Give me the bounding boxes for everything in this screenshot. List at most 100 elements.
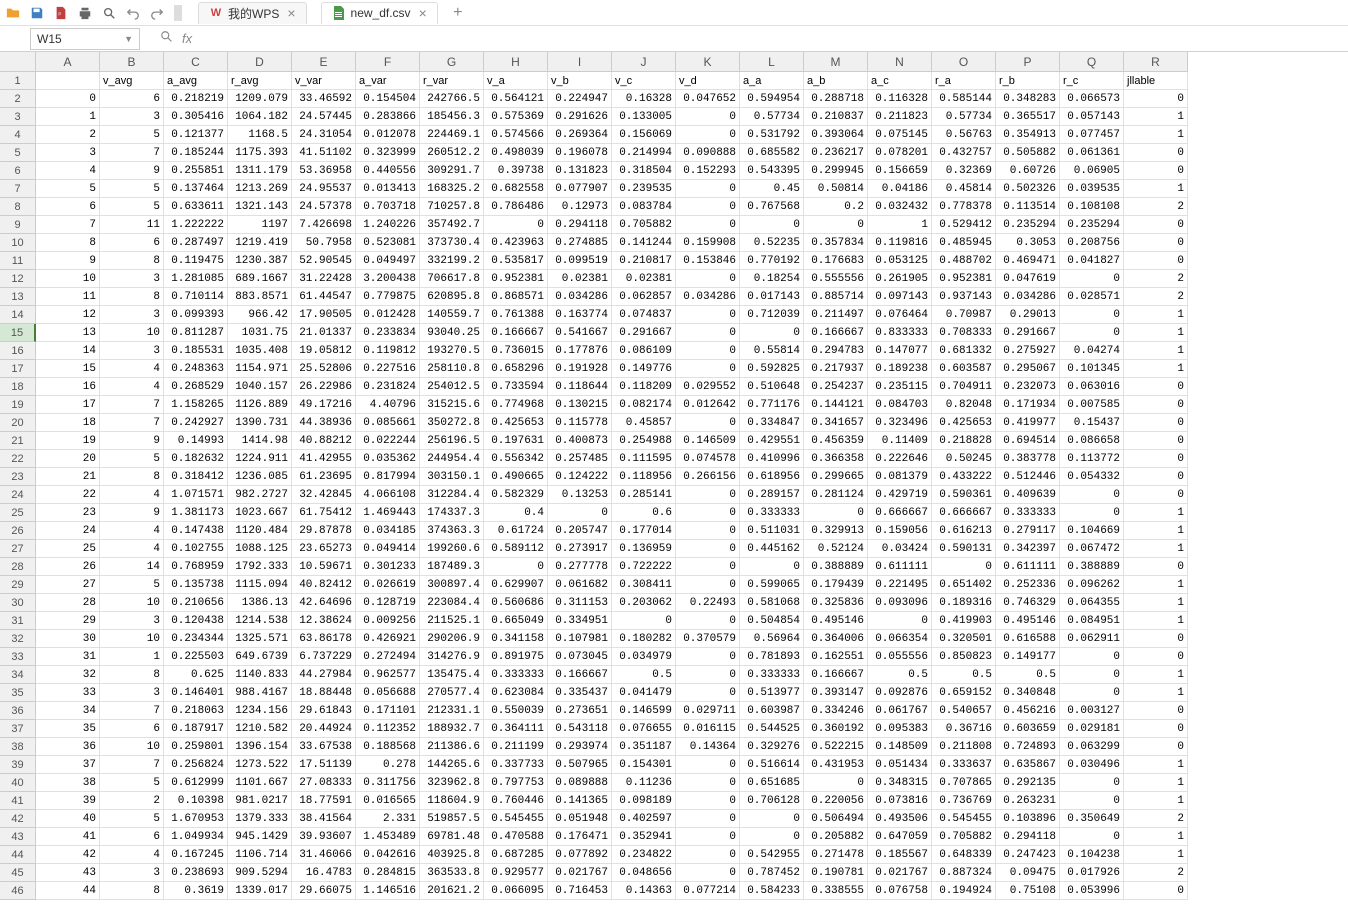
cell[interactable]: r_c — [1060, 72, 1124, 90]
cell[interactable]: 0.119816 — [868, 234, 932, 252]
cell[interactable]: 0.293974 — [548, 738, 612, 756]
cell[interactable]: 4 — [100, 522, 164, 540]
cell[interactable]: 256196.5 — [420, 432, 484, 450]
column-header[interactable]: C — [164, 52, 228, 72]
cell[interactable]: 0.703718 — [356, 198, 420, 216]
cell[interactable]: 0 — [1060, 486, 1124, 504]
cell[interactable]: 0.295067 — [996, 360, 1060, 378]
cell[interactable]: 0.259801 — [164, 738, 228, 756]
cell[interactable]: 0.067472 — [1060, 540, 1124, 558]
row-header[interactable]: 7 — [0, 180, 36, 198]
cell[interactable]: 0.348315 — [868, 774, 932, 792]
cell[interactable]: 1210.582 — [228, 720, 292, 738]
cell[interactable]: 6 — [100, 720, 164, 738]
cell[interactable]: 0.493506 — [868, 810, 932, 828]
cell[interactable]: 0.423963 — [484, 234, 548, 252]
cell[interactable]: 0.047652 — [676, 90, 740, 108]
cell[interactable]: 0.57734 — [932, 108, 996, 126]
cell[interactable]: 0.238693 — [164, 864, 228, 882]
cell[interactable]: 0 — [1060, 324, 1124, 342]
row-header[interactable]: 6 — [0, 162, 36, 180]
fx-label[interactable]: fx — [182, 31, 192, 46]
cell[interactable]: 1168.5 — [228, 126, 292, 144]
cell[interactable]: 0.3619 — [164, 882, 228, 900]
cell[interactable]: 0.402597 — [612, 810, 676, 828]
cell[interactable]: 0.104238 — [1060, 846, 1124, 864]
cell[interactable]: 19.05812 — [292, 342, 356, 360]
cell[interactable]: 0.291667 — [996, 324, 1060, 342]
cell[interactable]: 374363.3 — [420, 522, 484, 540]
cell[interactable]: 0 — [1124, 432, 1188, 450]
cell[interactable]: 0 — [676, 666, 740, 684]
cell[interactable]: 0.504854 — [740, 612, 804, 630]
cell[interactable]: 0.261905 — [868, 270, 932, 288]
cell[interactable]: 1339.017 — [228, 882, 292, 900]
cell[interactable]: 0.107981 — [548, 630, 612, 648]
cell[interactable]: 33.67538 — [292, 738, 356, 756]
cell[interactable]: 1273.522 — [228, 756, 292, 774]
cell[interactable]: 0.70987 — [932, 306, 996, 324]
cell[interactable]: 28 — [36, 594, 100, 612]
cell[interactable]: 3 — [100, 342, 164, 360]
cell[interactable]: 0.062911 — [1060, 630, 1124, 648]
cell[interactable]: 24.57445 — [292, 108, 356, 126]
row-header[interactable]: 44 — [0, 846, 36, 864]
cell[interactable]: 1213.269 — [228, 180, 292, 198]
cell[interactable]: 211525.1 — [420, 612, 484, 630]
cell[interactable]: 0.162551 — [804, 648, 868, 666]
cell[interactable]: 0.651685 — [740, 774, 804, 792]
cell[interactable]: 0.333333 — [740, 504, 804, 522]
cell[interactable]: 0.364111 — [484, 720, 548, 738]
cell[interactable]: 0 — [676, 756, 740, 774]
cell[interactable]: 0.575369 — [484, 108, 548, 126]
cell[interactable]: 0.211497 — [804, 306, 868, 324]
cell[interactable]: 0 — [676, 828, 740, 846]
cell[interactable]: 0.682558 — [484, 180, 548, 198]
cell[interactable]: 0.60726 — [996, 162, 1060, 180]
column-header[interactable]: I — [548, 52, 612, 72]
cell[interactable]: 0.311756 — [356, 774, 420, 792]
cell[interactable]: 1 — [1124, 846, 1188, 864]
cell[interactable]: a_a — [740, 72, 804, 90]
cell[interactable]: 0.167245 — [164, 846, 228, 864]
cell[interactable]: 0.704911 — [932, 378, 996, 396]
cell[interactable]: 0 — [612, 612, 676, 630]
cell[interactable]: 1414.98 — [228, 432, 292, 450]
cell[interactable]: 1 — [1124, 540, 1188, 558]
cell[interactable]: 2 — [1124, 270, 1188, 288]
cell[interactable]: 31.22428 — [292, 270, 356, 288]
cell[interactable]: 0.410996 — [740, 450, 804, 468]
cell[interactable]: 0 — [676, 576, 740, 594]
cell[interactable]: 0.185531 — [164, 342, 228, 360]
cell[interactable]: v_a — [484, 72, 548, 90]
cell[interactable]: 0.153846 — [676, 252, 740, 270]
cell[interactable]: 0.017143 — [740, 288, 804, 306]
cell[interactable]: 0.187917 — [164, 720, 228, 738]
cell[interactable]: 0.137464 — [164, 180, 228, 198]
cell[interactable]: a_b — [804, 72, 868, 90]
cell[interactable]: 0.051434 — [868, 756, 932, 774]
cell[interactable]: 0.103896 — [996, 810, 1060, 828]
redo-icon[interactable] — [148, 4, 166, 22]
cell[interactable]: 5 — [100, 576, 164, 594]
cell[interactable]: 0 — [1060, 504, 1124, 522]
cell[interactable]: 1.158265 — [164, 396, 228, 414]
cell[interactable]: 3 — [36, 144, 100, 162]
cell[interactable]: 0.545455 — [932, 810, 996, 828]
cell[interactable]: 6.737229 — [292, 648, 356, 666]
cell[interactable]: 35 — [36, 720, 100, 738]
cell[interactable]: 0.370579 — [676, 630, 740, 648]
cell[interactable]: 242766.5 — [420, 90, 484, 108]
cell[interactable]: 0.388889 — [1060, 558, 1124, 576]
cell[interactable]: 1.146516 — [356, 882, 420, 900]
cell[interactable]: 0.366358 — [804, 450, 868, 468]
cell[interactable]: 0.817994 — [356, 468, 420, 486]
cell[interactable]: 5 — [100, 810, 164, 828]
print-icon[interactable] — [76, 4, 94, 22]
cell[interactable]: 0.012428 — [356, 306, 420, 324]
cell[interactable]: 20 — [36, 450, 100, 468]
cell[interactable]: 0.724893 — [996, 738, 1060, 756]
cell[interactable]: 0.32369 — [932, 162, 996, 180]
cell[interactable]: 0.093096 — [868, 594, 932, 612]
cell[interactable]: 0.227516 — [356, 360, 420, 378]
